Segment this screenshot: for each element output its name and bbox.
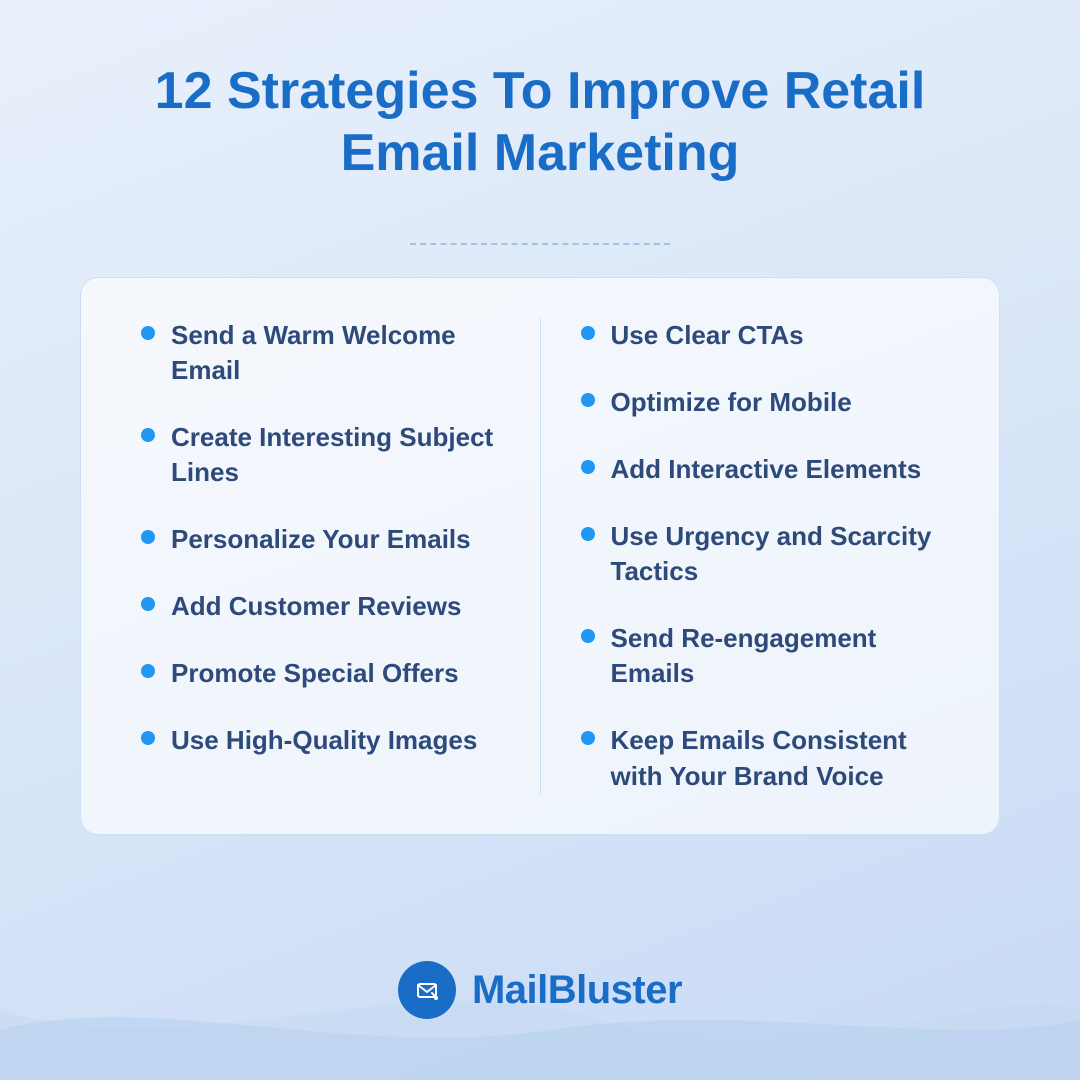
bullet-icon [141,326,155,340]
item-text: Use Urgency and Scarcity Tactics [611,519,940,589]
item-text: Keep Emails Consistent with Your Brand V… [611,723,940,793]
left-column: Send a Warm Welcome Email Create Interes… [101,318,541,794]
item-text: Personalize Your Emails [171,522,471,557]
item-text: Optimize for Mobile [611,385,852,420]
list-item: Optimize for Mobile [581,385,940,420]
item-text: Send a Warm Welcome Email [171,318,500,388]
item-text: Promote Special Offers [171,656,459,691]
bullet-icon [141,731,155,745]
list-item: Use Clear CTAs [581,318,940,353]
bullet-icon [141,530,155,544]
item-text: Add Interactive Elements [611,452,922,487]
list-item: Add Interactive Elements [581,452,940,487]
item-text: Add Customer Reviews [171,589,461,624]
list-item: Send Re-engagement Emails [581,621,940,691]
brand-logo [398,961,456,1019]
content-card: Send a Warm Welcome Email Create Interes… [80,277,1000,835]
bullet-icon [141,597,155,611]
item-text: Create Interesting Subject Lines [171,420,500,490]
bullet-icon [581,326,595,340]
title-section: 12 Strategies To Improve Retail Email Ma… [155,60,926,185]
list-item: Use High-Quality Images [141,723,500,758]
bullet-icon [581,527,595,541]
item-text: Use High-Quality Images [171,723,477,758]
brand-container: MailBluster [398,961,682,1019]
bullet-icon [581,393,595,407]
bullet-icon [581,460,595,474]
list-item: Personalize Your Emails [141,522,500,557]
list-item: Use Urgency and Scarcity Tactics [581,519,940,589]
list-item: Promote Special Offers [141,656,500,691]
bullet-icon [141,664,155,678]
right-column: Use Clear CTAs Optimize for Mobile Add I… [541,318,980,794]
item-text: Use Clear CTAs [611,318,804,353]
item-text: Send Re-engagement Emails [611,621,940,691]
list-item: Send a Warm Welcome Email [141,318,500,388]
divider [410,243,670,245]
main-title: 12 Strategies To Improve Retail Email Ma… [155,60,926,185]
list-item: Add Customer Reviews [141,589,500,624]
footer: MailBluster [0,920,1080,1080]
page-wrapper: 12 Strategies To Improve Retail Email Ma… [0,0,1080,1080]
bullet-icon [581,731,595,745]
bullet-icon [141,428,155,442]
brand-name: MailBluster [472,968,682,1013]
list-item: Keep Emails Consistent with Your Brand V… [581,723,940,793]
list-item: Create Interesting Subject Lines [141,420,500,490]
bullet-icon [581,629,595,643]
